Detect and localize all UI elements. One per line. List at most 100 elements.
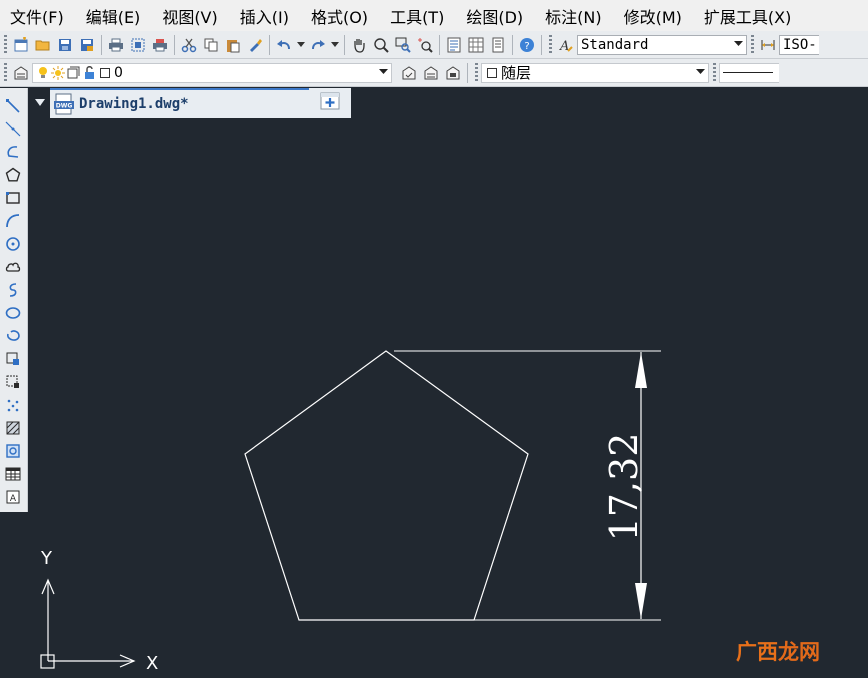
color-swatch [485,62,499,84]
toolbar-grip[interactable] [549,35,552,54]
insert-block-icon[interactable] [3,349,23,369]
menu-express-tools[interactable]: 扩展工具(X) [693,4,802,28]
add-document-icon [320,92,340,114]
text-style-select[interactable]: Standard [577,34,747,55]
cut-icon[interactable] [178,34,200,56]
polyline-icon[interactable] [3,142,23,162]
tab-list-dropdown-icon[interactable] [34,96,46,108]
unlock-icon[interactable] [82,62,98,84]
zoom-realtime-icon[interactable] [370,34,392,56]
dimension-style-select[interactable]: ISO- [779,34,819,55]
tab-label: Drawing1.dwg* [79,96,189,112]
revision-cloud-icon[interactable] [3,257,23,277]
polygon-icon[interactable] [3,165,23,185]
open-folder-icon[interactable] [32,34,54,56]
menu-insert[interactable]: 插入(I) [229,4,300,28]
spline-icon[interactable] [3,280,23,300]
zoom-previous-icon[interactable] [414,34,436,56]
make-current-layer-icon[interactable] [398,62,420,84]
chevron-down-icon[interactable] [375,68,391,78]
construction-line-icon[interactable] [3,119,23,139]
circle-icon[interactable] [3,234,23,254]
separator [269,34,270,55]
chevron-down-icon[interactable] [692,68,708,78]
toolbar-grip[interactable] [4,63,7,82]
copy-icon[interactable] [200,34,222,56]
point-icon[interactable] [3,395,23,415]
table-icon[interactable] [3,464,23,484]
rectangle-icon[interactable] [3,188,23,208]
sun-icon[interactable] [50,62,66,84]
new-tab-button[interactable] [309,88,351,118]
layer-previous-icon[interactable] [420,62,442,84]
region-icon[interactable] [3,441,23,461]
print-preview-icon[interactable] [127,34,149,56]
text-style-value: Standard [581,36,649,53]
dimension-text[interactable]: 17,32 [602,433,646,542]
menu-file[interactable]: 文件(F) [0,4,75,28]
toolbar-grip[interactable] [4,35,7,54]
linetype-select[interactable] [719,62,779,83]
site-watermark: 广西 龙网 [736,636,820,666]
redo-icon[interactable] [307,34,329,56]
tab-drawing1[interactable]: DWG Drawing1.dwg* [50,88,334,118]
separator [174,34,175,55]
match-properties-icon[interactable] [244,34,266,56]
tool-palettes-icon[interactable] [487,34,509,56]
dwg-file-icon: DWG [53,93,75,115]
design-center-icon[interactable] [465,34,487,56]
ellipse-arc-icon[interactable] [3,326,23,346]
dimension-style-icon [757,34,779,56]
properties-icon[interactable] [443,34,465,56]
layer-states-icon[interactable] [442,62,464,84]
multiline-text-icon[interactable]: A [3,487,23,507]
arc-icon[interactable] [3,211,23,231]
help-icon[interactable]: ? [516,34,538,56]
color-select[interactable]: 随层 [481,62,709,84]
menu-format[interactable]: 格式(O) [300,4,379,28]
menu-draw[interactable]: 绘图(D) [455,4,534,28]
standard-toolbar: ? A Standard ISO- [0,31,868,59]
plot-icon[interactable] [149,34,171,56]
layer-value: 0 [114,64,123,81]
toolbar-grip[interactable] [713,63,716,82]
viewport-freeze-icon[interactable] [66,62,82,84]
menu-dimension[interactable]: 标注(N) [534,4,612,28]
separator [467,62,468,83]
line-icon[interactable] [3,96,23,116]
svg-text:?: ? [524,41,529,52]
save-icon[interactable] [54,34,76,56]
layer-select[interactable]: 0 [32,62,392,84]
make-block-icon[interactable] [3,372,23,392]
new-file-icon[interactable] [10,34,32,56]
linetype-preview [723,72,773,73]
print-icon[interactable] [105,34,127,56]
text-style-icon: A [555,34,577,56]
svg-text:DWG: DWG [56,103,73,110]
hatch-icon[interactable] [3,418,23,438]
undo-icon[interactable] [273,34,295,56]
watermark-text-a: 广西 [736,640,778,664]
layer-manager-icon[interactable] [10,62,32,84]
menu-tools[interactable]: 工具(T) [379,4,455,28]
menu-modify[interactable]: 修改(M) [613,4,693,28]
redo-dropdown-icon[interactable] [329,34,341,56]
toolbar-grip[interactable] [751,35,754,54]
save-as-icon[interactable] [76,34,98,56]
separator [439,34,440,55]
pan-hand-icon[interactable] [348,34,370,56]
toolbar-grip[interactable] [475,63,478,82]
zoom-window-icon[interactable] [392,34,414,56]
paste-icon[interactable] [222,34,244,56]
ellipse-icon[interactable] [3,303,23,323]
separator [101,34,102,55]
menu-edit[interactable]: 编辑(E) [75,4,152,28]
undo-dropdown-icon[interactable] [295,34,307,56]
chevron-down-icon[interactable] [730,40,746,50]
draw-toolbar: A [0,88,28,512]
dimension-style-value: ISO- [783,36,817,53]
lightbulb-icon[interactable] [36,62,50,84]
svg-text:A: A [559,39,569,53]
menu-view[interactable]: 视图(V) [151,4,228,28]
drawing-canvas[interactable]: 17,32 Y X [28,118,868,678]
